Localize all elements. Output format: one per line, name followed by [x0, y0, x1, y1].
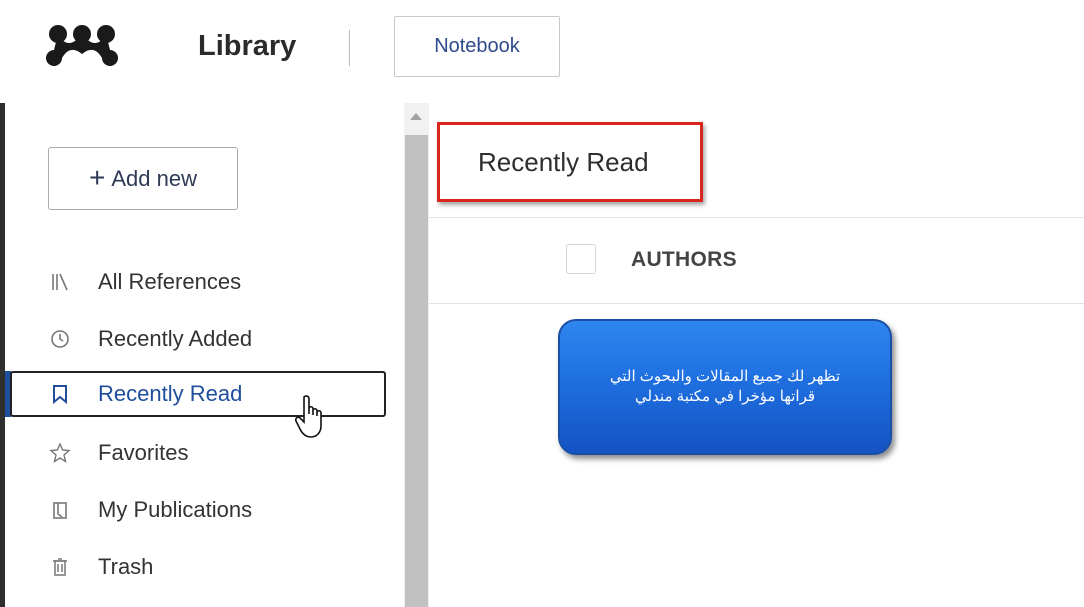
trash-icon [49, 556, 71, 578]
publications-icon [49, 499, 71, 521]
sidebar-item-label: Favorites [98, 440, 189, 465]
select-all-checkbox[interactable] [566, 244, 596, 274]
mendeley-logo-icon[interactable] [46, 22, 118, 68]
header-divider [349, 30, 350, 66]
sidebar-item-label: Trash [98, 554, 154, 579]
divider [429, 303, 1084, 304]
add-new-button[interactable]: + Add new [48, 147, 238, 210]
sidebar-item-trash[interactable]: Trash [5, 545, 404, 589]
sidebar-item-my-publications[interactable]: My Publications [5, 488, 404, 532]
sidebar-item-recently-added[interactable]: Recently Added [5, 317, 404, 361]
library-icon [49, 271, 71, 293]
top-bar: Library Notebook [0, 0, 1084, 104]
sidebar-item-label: Recently Added [98, 326, 253, 351]
add-new-label: Add new [111, 165, 197, 191]
sidebar-item-favorites[interactable]: Favorites [5, 431, 404, 475]
library-title[interactable]: Library [198, 30, 296, 63]
section-title-highlight: Recently Read [437, 122, 703, 202]
divider [429, 217, 1084, 218]
scrollbar-thumb[interactable] [405, 135, 428, 607]
clock-icon [49, 328, 71, 350]
callout-line-2: قراتها مؤخرا في مكتبة مندلي [634, 388, 816, 405]
column-header-authors[interactable]: AUTHORS [631, 248, 737, 272]
plus-icon: + [89, 161, 106, 193]
star-icon [49, 442, 71, 464]
sidebar-item-label: My Publications [98, 497, 253, 522]
tooltip-callout: تظهر لك جميع المقالات والبحوث التي قراته… [558, 319, 892, 455]
sidebar: + Add new All References Recently Added … [5, 103, 404, 607]
scroll-up-arrow-icon[interactable] [410, 113, 422, 120]
notebook-button[interactable]: Notebook [394, 16, 560, 77]
active-item-outline [10, 371, 386, 417]
section-title: Recently Read [478, 147, 649, 177]
sidebar-item-label: All References [98, 269, 242, 294]
hand-pointer-icon [295, 395, 322, 438]
sidebar-item-all-references[interactable]: All References [5, 260, 404, 304]
main-panel: Recently Read AUTHORS تظهر لك جميع المقا… [429, 103, 1084, 607]
callout-line-1: تظهر لك جميع المقالات والبحوث التي [609, 367, 841, 385]
